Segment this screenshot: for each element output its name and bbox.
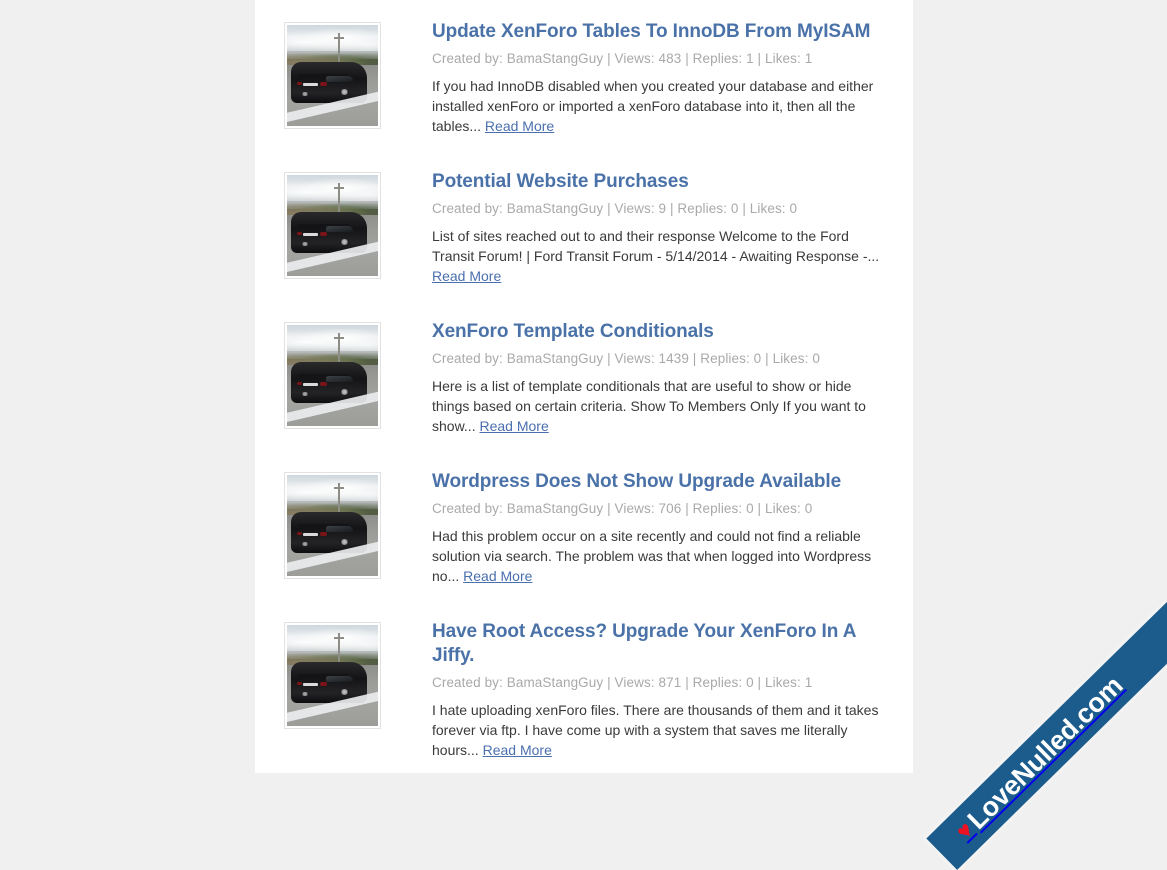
thread-meta: Created by: BamaStangGuy | Views: 871 | …: [432, 675, 813, 690]
car-photo-thumbnail: [287, 325, 378, 426]
thread-thumbnail-link[interactable]: [284, 322, 381, 429]
photo-clouds: [287, 179, 378, 202]
lovenulled-corner-ribbon[interactable]: ♥ LoveNulled.com: [926, 600, 1167, 870]
photo-wheel-left: [301, 91, 309, 96]
photo-wheel-right: [339, 389, 350, 395]
photo-taillight-right: [320, 382, 328, 386]
thread-title-link[interactable]: Potential Website Purchases: [432, 170, 885, 194]
thread-list-column: Update XenForo Tables To InnoDB From MyI…: [255, 0, 913, 773]
photo-taillight-right: [320, 82, 328, 86]
photo-license-plate: [302, 682, 319, 687]
thread-body: Have Root Access? Upgrade Your XenForo I…: [432, 600, 885, 760]
photo-clouds: [287, 479, 378, 502]
read-more-link[interactable]: Read More: [479, 418, 548, 434]
thread-body: Wordpress Does Not Show Upgrade Availabl…: [432, 450, 885, 586]
thread-meta: Created by: BamaStangGuy | Views: 9 | Re…: [432, 201, 798, 216]
thread-meta: Created by: BamaStangGuy | Views: 1439 |…: [432, 351, 820, 366]
photo-wheel-left: [301, 391, 309, 396]
car-photo-thumbnail: [287, 175, 378, 276]
thread-list: Update XenForo Tables To InnoDB From MyI…: [255, 0, 913, 763]
photo-license-plate: [302, 382, 319, 387]
photo-wheel-left: [301, 541, 309, 546]
photo-car-window: [325, 676, 354, 683]
list-item[interactable]: XenForo Template Conditionals Created by…: [255, 300, 913, 450]
thread-thumbnail-link[interactable]: [284, 622, 381, 729]
photo-clouds: [287, 629, 378, 652]
list-item[interactable]: Update XenForo Tables To InnoDB From MyI…: [255, 0, 913, 150]
photo-taillight-right: [320, 682, 328, 686]
photo-license-plate: [302, 532, 319, 537]
car-photo-thumbnail: [287, 475, 378, 576]
photo-taillight-left: [296, 82, 303, 86]
thread-title-link[interactable]: Update XenForo Tables To InnoDB From MyI…: [432, 20, 885, 44]
thread-title-link[interactable]: Wordpress Does Not Show Upgrade Availabl…: [432, 470, 885, 494]
thread-snippet: List of sites reached out to and their r…: [432, 226, 885, 286]
thread-snippet: I hate uploading xenForo files. There ar…: [432, 700, 885, 760]
photo-taillight-right: [320, 232, 328, 236]
thread-thumbnail-link[interactable]: [284, 22, 381, 129]
list-item[interactable]: Wordpress Does Not Show Upgrade Availabl…: [255, 450, 913, 600]
thread-title-wrap: Potential Website Purchases: [432, 150, 885, 194]
read-more-link[interactable]: Read More: [432, 268, 501, 284]
thread-title-link[interactable]: XenForo Template Conditionals: [432, 320, 885, 344]
photo-car-window: [325, 226, 354, 233]
thread-meta: Created by: BamaStangGuy | Views: 483 | …: [432, 51, 813, 66]
car-photo-thumbnail: [287, 625, 378, 726]
thread-meta: Created by: BamaStangGuy | Views: 706 | …: [432, 501, 813, 516]
photo-wheel-right: [339, 239, 350, 245]
thread-snippet: Here is a list of template conditionals …: [432, 376, 885, 436]
photo-taillight-left: [296, 682, 303, 686]
photo-taillight-left: [296, 382, 303, 386]
thread-snippet-text: List of sites reached out to and their r…: [432, 228, 880, 264]
photo-taillight-right: [320, 532, 328, 536]
thread-thumbnail-link[interactable]: [284, 472, 381, 579]
read-more-link[interactable]: Read More: [485, 118, 554, 134]
list-item[interactable]: Potential Website Purchases Created by: …: [255, 150, 913, 300]
photo-taillight-left: [296, 532, 303, 536]
thread-snippet: Had this problem occur on a site recentl…: [432, 526, 885, 586]
thread-title-wrap: XenForo Template Conditionals: [432, 300, 885, 344]
photo-license-plate: [302, 82, 319, 87]
photo-clouds: [287, 329, 378, 352]
photo-car-window: [325, 526, 354, 533]
thread-title-link[interactable]: Have Root Access? Upgrade Your XenForo I…: [432, 620, 885, 668]
thread-title-wrap: Have Root Access? Upgrade Your XenForo I…: [432, 600, 885, 668]
read-more-link[interactable]: Read More: [483, 742, 552, 758]
thread-snippet: If you had InnoDB disabled when you crea…: [432, 76, 885, 136]
car-photo-thumbnail: [287, 25, 378, 126]
thread-thumbnail-link[interactable]: [284, 172, 381, 279]
photo-license-plate: [302, 232, 319, 237]
ribbon-label: LoveNulled.com: [961, 669, 1129, 835]
photo-wheel-right: [339, 89, 350, 95]
thread-title-wrap: Wordpress Does Not Show Upgrade Availabl…: [432, 450, 885, 494]
list-item[interactable]: Have Root Access? Upgrade Your XenForo I…: [255, 600, 913, 763]
photo-clouds: [287, 29, 378, 52]
photo-wheel-left: [301, 691, 309, 696]
photo-car-window: [325, 376, 354, 383]
photo-wheel-right: [339, 539, 350, 545]
photo-car-window: [325, 76, 354, 83]
read-more-link[interactable]: Read More: [463, 568, 532, 584]
thread-body: Potential Website Purchases Created by: …: [432, 150, 885, 286]
photo-wheel-right: [339, 689, 350, 695]
thread-body: Update XenForo Tables To InnoDB From MyI…: [432, 0, 885, 136]
thread-body: XenForo Template Conditionals Created by…: [432, 300, 885, 436]
photo-wheel-left: [301, 241, 309, 246]
photo-taillight-left: [296, 232, 303, 236]
page-root: Update XenForo Tables To InnoDB From MyI…: [0, 0, 1167, 870]
thread-title-wrap: Update XenForo Tables To InnoDB From MyI…: [432, 0, 885, 44]
